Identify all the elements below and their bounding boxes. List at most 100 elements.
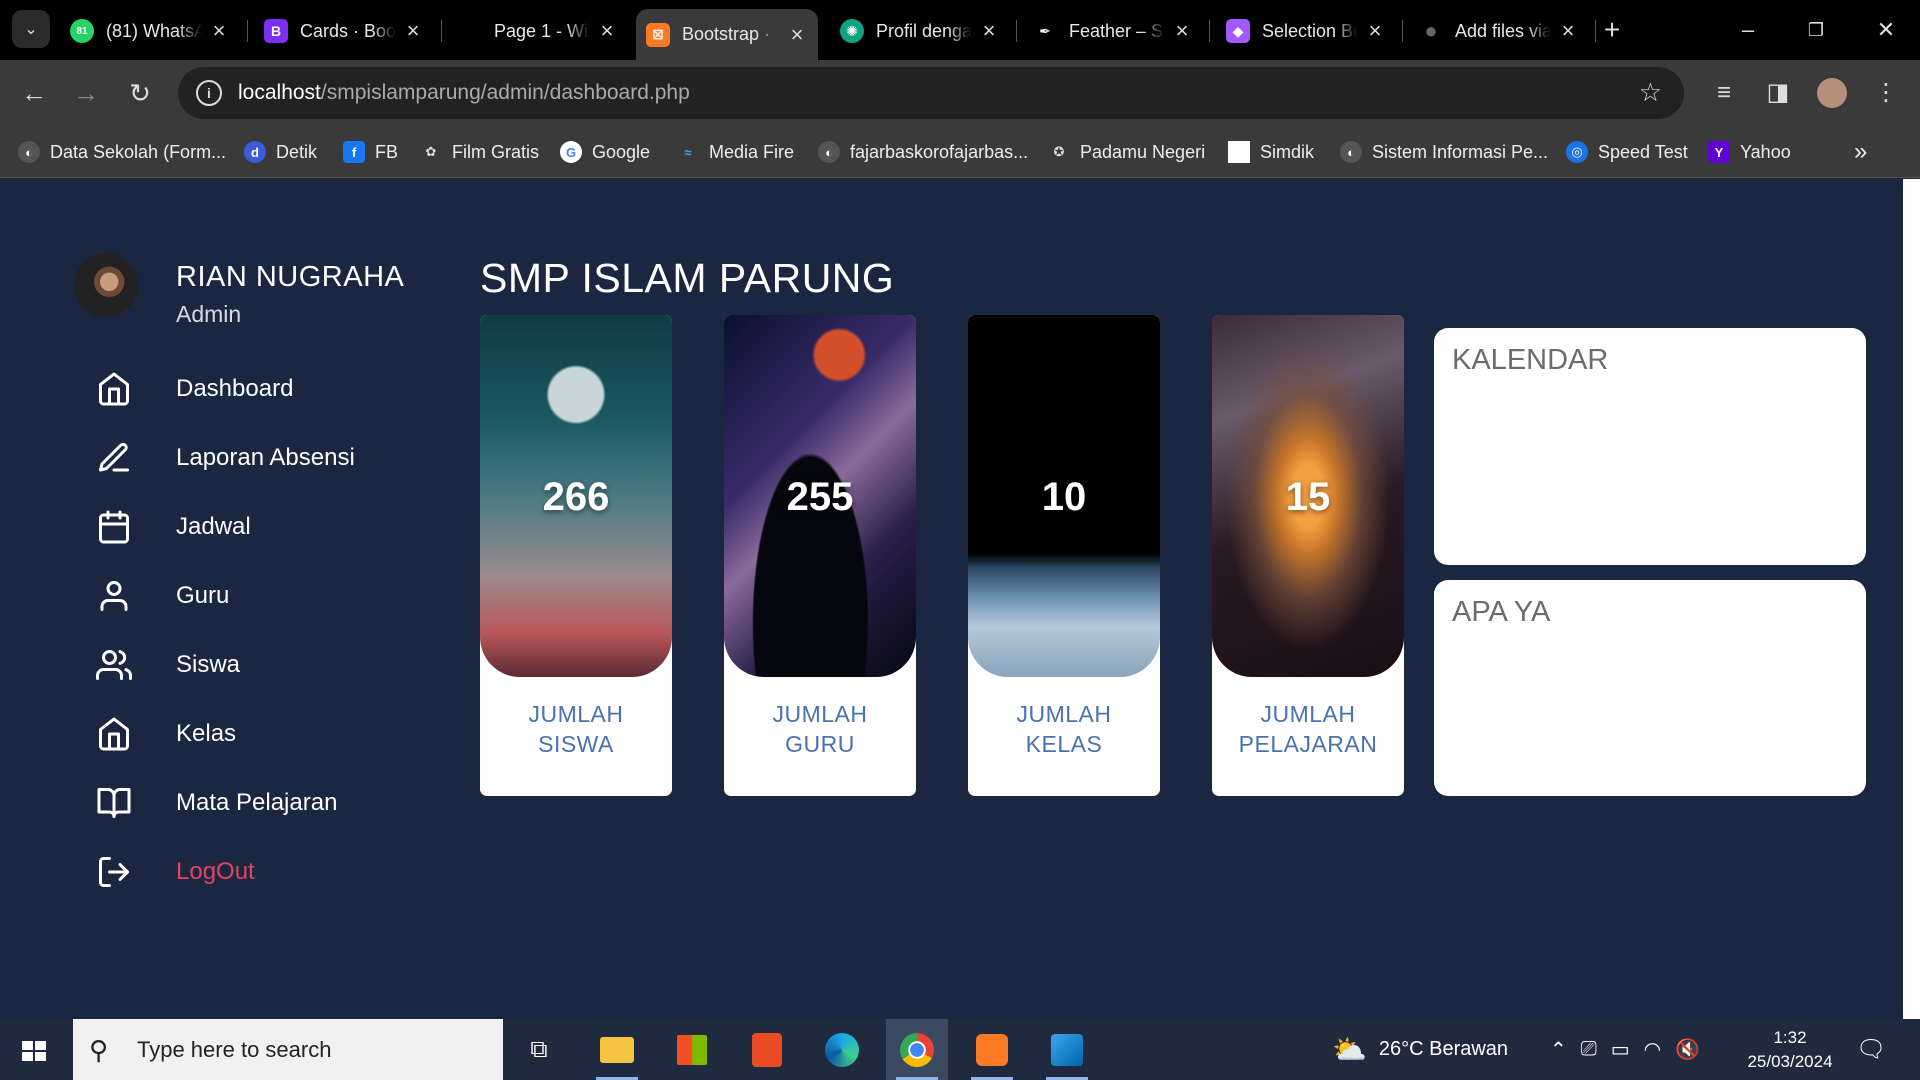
sidebar-item-dashboard[interactable]: Dashboard (96, 366, 416, 412)
stat-card-guru[interactable]: 255 JUMLAH GURU (724, 315, 916, 796)
forward-button[interactable]: → (70, 77, 102, 109)
notification-center-button[interactable]: 🗨 (1856, 1019, 1886, 1080)
page-title: SMP ISLAM PARUNG (480, 255, 895, 301)
microsoft-store-button[interactable] (661, 1019, 723, 1080)
users-icon (96, 650, 132, 680)
close-icon[interactable]: × (596, 20, 618, 42)
figma-icon: ◆ (1226, 19, 1250, 43)
chrome-button[interactable] (886, 1019, 948, 1080)
globe-icon: ◐ (818, 141, 840, 163)
globe-icon: ◐ (1340, 141, 1362, 163)
window-close-button[interactable]: ✕ (1866, 12, 1906, 48)
minimize-button[interactable]: – (1728, 12, 1768, 48)
sidebar-item-jadwal[interactable]: Jadwal (96, 504, 416, 550)
bookmark-item[interactable]: ✪ Padamu Negeri (1048, 137, 1205, 167)
bookmark-label: Speed Test (1598, 141, 1688, 162)
stat-card-kelas[interactable]: 10 JUMLAH KELAS (968, 315, 1160, 796)
task-view-button[interactable]: ⧉ (508, 1019, 570, 1080)
tab-search-button[interactable]: ⌄ (12, 10, 50, 48)
windows-start-button[interactable] (14, 1033, 54, 1069)
bookmark-label: Film Gratis (452, 141, 539, 162)
bookmark-item[interactable]: f FB (343, 137, 398, 167)
bookmark-item[interactable]: ≈ Media Fire (677, 137, 794, 167)
github-icon: ● (1419, 18, 1443, 43)
stat-card-siswa[interactable]: 266 JUMLAH SISWA (480, 315, 672, 796)
close-icon[interactable]: × (402, 20, 424, 42)
profile-avatar-icon[interactable] (1816, 77, 1848, 109)
sidebar-item-guru[interactable]: Guru (96, 573, 416, 619)
sidebar-item-siswa[interactable]: Siswa (96, 642, 416, 688)
chevron-up-icon[interactable]: ⌃ (1550, 1037, 1567, 1062)
weather-widget[interactable]: ⛅ 26°C Berawan (1332, 1019, 1508, 1080)
close-icon[interactable]: × (1171, 20, 1193, 42)
sidebar-item-logout[interactable]: LogOut (96, 849, 416, 895)
sidebar-item-mata-pelajaran[interactable]: Mata Pelajaran (96, 780, 416, 826)
url-host: localhost (238, 81, 321, 104)
close-icon[interactable]: × (1557, 20, 1579, 42)
bookmark-star-icon[interactable]: ☆ (1639, 79, 1662, 105)
clock[interactable]: 1:32 25/03/2024 (1734, 1019, 1846, 1080)
bookmark-item[interactable]: ◐ Sistem Informasi Pe... (1340, 137, 1548, 167)
battery-icon[interactable]: ▭ (1611, 1037, 1630, 1062)
bookmark-label: Google (592, 141, 651, 162)
xampp-button[interactable] (961, 1019, 1023, 1080)
bookmark-item[interactable]: d Detik (244, 137, 317, 167)
menu-kebab-icon[interactable]: ⋮ (1870, 77, 1902, 109)
bookmark-item[interactable]: ◐ Data Sekolah (Form... (18, 137, 226, 167)
scrollbar[interactable] (1903, 179, 1920, 1019)
chevron-down-icon: ⌄ (24, 21, 38, 38)
close-icon[interactable]: × (978, 20, 1000, 42)
sidebar-item-label: LogOut (176, 858, 255, 885)
address-bar[interactable]: i localhost/smpislamparung/admin/dashboa… (178, 67, 1684, 119)
browser-tab[interactable]: ✺ Profil dengan × (830, 9, 1010, 53)
pdf-reader-button[interactable] (736, 1019, 798, 1080)
bookmark-item[interactable]: ◐ fajarbaskorofajarbas... (818, 137, 1028, 167)
site-info-icon[interactable]: i (196, 80, 222, 106)
media-controls-icon[interactable]: ≡ (1708, 77, 1740, 109)
file-explorer-button[interactable] (586, 1019, 648, 1080)
chrome-icon (900, 1032, 934, 1067)
bootstrap-icon: B (264, 19, 288, 43)
bookmark-item[interactable]: ◎ Speed Test (1566, 137, 1688, 167)
bookmark-item[interactable]: Y Yahoo (1708, 137, 1791, 167)
stat-card-pelajaran[interactable]: 15 JUMLAH PELAJARAN (1212, 315, 1404, 796)
back-button[interactable]: ← (18, 77, 50, 109)
sidebar-item-laporan-absensi[interactable]: Laporan Absensi (96, 435, 416, 481)
sidebar-item-kelas[interactable]: Kelas (96, 711, 416, 757)
search-icon: ⚲ (89, 1034, 109, 1065)
browser-tab-active[interactable]: ⊠ Bootstrap · × (636, 9, 818, 60)
vscode-button[interactable] (1036, 1019, 1098, 1080)
folder-icon (600, 1036, 634, 1063)
more-bookmarks-chevron-icon[interactable]: » (1854, 137, 1867, 167)
edge-button[interactable] (811, 1019, 873, 1080)
close-icon[interactable]: × (208, 20, 230, 42)
browser-tab[interactable]: Page 1 - Wix × (448, 9, 628, 53)
restore-button[interactable]: ❐ (1796, 12, 1836, 48)
browser-tab[interactable]: ✒ Feather – Simply × (1023, 9, 1203, 53)
speaker-muted-icon[interactable]: 🔇 (1675, 1037, 1700, 1062)
bookmark-label: Detik (276, 141, 318, 162)
side-panel-icon[interactable]: ◨ (1762, 77, 1794, 109)
tab-title: Page 1 - Wix (494, 20, 590, 41)
browser-tab[interactable]: 81 (81) WhatsApp × (60, 9, 240, 53)
tab-title: Feather – Simply (1069, 20, 1165, 41)
book-open-icon (97, 788, 131, 818)
bookmark-item[interactable]: Simdik (1228, 137, 1314, 167)
taskbar-search-box[interactable]: ⚲ Type here to search (73, 1019, 503, 1080)
film-icon: ✿ (420, 141, 442, 163)
bookmarks-bar: ◐ Data Sekolah (Form... d Detik f FB ✿ Film … (0, 126, 1920, 178)
new-tab-button[interactable]: + (1592, 12, 1632, 48)
meet-now-icon[interactable]: ⎚ (1581, 1038, 1597, 1061)
tab-title: Bootstrap · (682, 24, 771, 44)
store-icon (677, 1034, 707, 1065)
bookmark-item[interactable]: ✿ Film Gratis (420, 137, 539, 167)
browser-tab[interactable]: ◆ Selection Box × (1216, 9, 1396, 53)
close-icon[interactable]: × (786, 23, 808, 46)
wifi-icon[interactable]: ◠ (1644, 1037, 1661, 1062)
close-icon[interactable]: × (1364, 20, 1386, 42)
browser-tab[interactable]: ● Add files via × (1409, 9, 1589, 53)
xampp-icon: ⊠ (646, 22, 670, 47)
browser-tab[interactable]: B Cards · Bootstrap × (254, 9, 434, 53)
reload-button[interactable]: ↻ (124, 77, 156, 109)
bookmark-item[interactable]: G Google (560, 137, 650, 167)
